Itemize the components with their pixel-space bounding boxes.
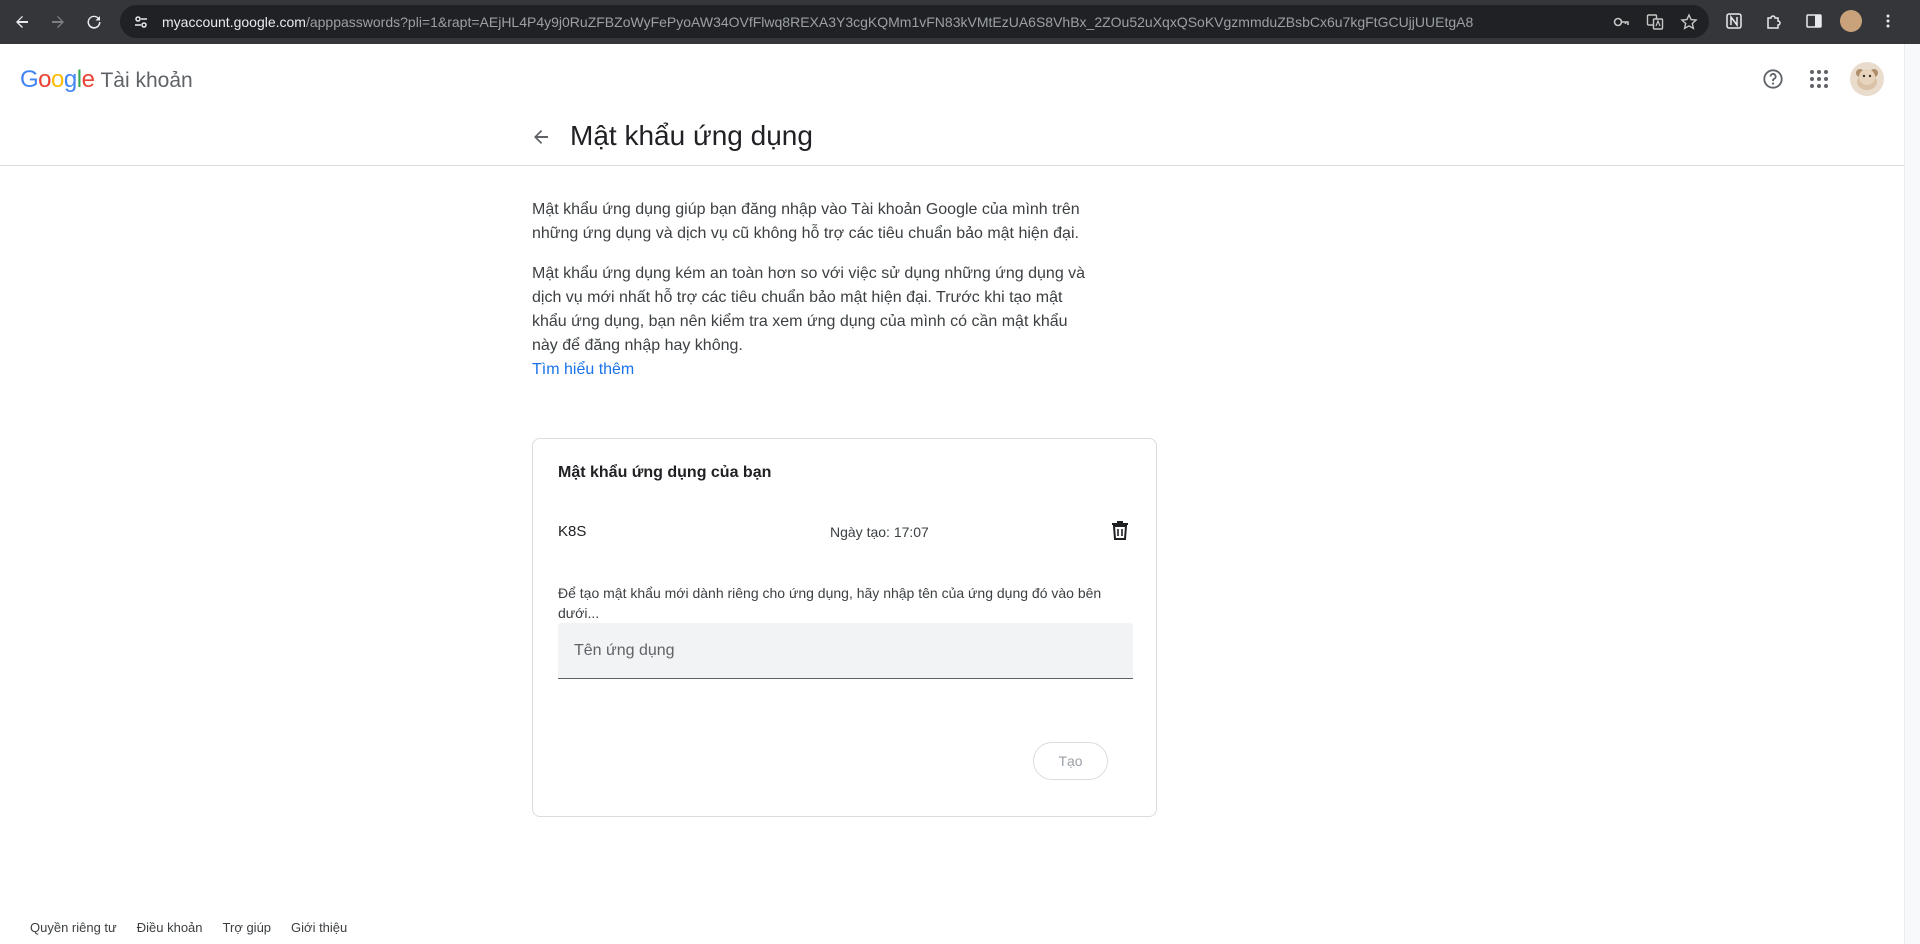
page-title-bar: Mật khẩu ứng dụng — [0, 112, 1904, 166]
page-title: Mật khẩu ứng dụng — [570, 120, 813, 151]
site-settings-icon[interactable] — [126, 7, 156, 37]
app-password-name: K8S — [558, 523, 587, 540]
warning-paragraph: Mật khẩu ứng dụng kém an toàn hơn so với… — [532, 265, 1086, 354]
google-logo-letter: o — [51, 66, 64, 93]
footer-links: Quyền riêng tư Điều khoản Trợ giúp Giới … — [30, 920, 347, 935]
learn-more-link[interactable]: Tìm hiểu thêm — [532, 358, 1092, 382]
help-link[interactable]: Trợ giúp — [223, 920, 272, 935]
product-name: Tài khoản — [100, 69, 193, 92]
app-passwords-card: Mật khẩu ứng dụng của bạn K8S Ngày tạo: … — [532, 438, 1157, 817]
notion-extension-icon[interactable] — [1720, 7, 1748, 35]
about-link[interactable]: Giới thiệu — [291, 920, 347, 935]
extensions-puzzle-icon[interactable] — [1760, 7, 1788, 35]
url-host: myaccount.google.com — [162, 13, 306, 30]
bookmark-star-icon[interactable] — [1679, 12, 1699, 32]
translate-icon[interactable] — [1645, 12, 1665, 32]
browser-profile-avatar[interactable] — [1840, 10, 1862, 32]
url-path: /apppasswords?pli=1&rapt=AEjHL4P4y9j0RuZ… — [305, 13, 1474, 30]
privacy-link[interactable]: Quyền riêng tư — [30, 920, 117, 935]
google-logo-letter: e — [81, 66, 95, 93]
address-bar[interactable]: myaccount.google.com/apppasswords?pli=1&… — [120, 5, 1709, 38]
app-name-input[interactable] — [558, 623, 1133, 678]
account-avatar[interactable] — [1850, 62, 1884, 96]
google-account-logo[interactable]: Google Tài khoản — [20, 66, 193, 94]
card-title: Mật khẩu ứng dụng của bạn — [558, 464, 772, 481]
apps-grid-icon[interactable] — [1804, 64, 1834, 94]
forward-arrow-icon[interactable] — [44, 8, 72, 36]
create-hint-text: Để tạo mật khẩu mới dành riêng cho ứng d… — [558, 585, 1102, 621]
create-button[interactable]: Tạo — [1033, 742, 1108, 780]
help-icon[interactable] — [1758, 64, 1788, 94]
reload-icon[interactable] — [80, 8, 108, 36]
google-logo-letter: g — [63, 66, 77, 93]
description-paragraph: Mật khẩu ứng dụng giúp bạn đăng nhập vào… — [532, 201, 1080, 242]
description-section: Mật khẩu ứng dụng giúp bạn đăng nhập vào… — [532, 198, 1092, 382]
page-scrollbar[interactable] — [1904, 44, 1920, 944]
google-logo-letter: o — [38, 66, 52, 93]
account-header: Google Tài khoản — [0, 44, 1904, 112]
password-key-icon[interactable] — [1611, 12, 1631, 32]
back-arrow-icon[interactable] — [528, 124, 554, 150]
side-panel-icon[interactable] — [1800, 7, 1828, 35]
app-name-field — [558, 623, 1133, 679]
browser-menu-icon[interactable] — [1874, 7, 1902, 35]
url-text[interactable]: myaccount.google.com/apppasswords?pli=1&… — [162, 14, 1502, 30]
delete-trash-icon[interactable] — [1107, 517, 1133, 543]
back-arrow-icon[interactable] — [8, 8, 36, 36]
terms-link[interactable]: Điều khoản — [137, 920, 203, 935]
google-logo-letter: G — [20, 66, 39, 93]
app-password-created-date: Ngày tạo: 17:07 — [830, 524, 929, 540]
browser-toolbar: myaccount.google.com/apppasswords?pli=1&… — [0, 0, 1920, 44]
